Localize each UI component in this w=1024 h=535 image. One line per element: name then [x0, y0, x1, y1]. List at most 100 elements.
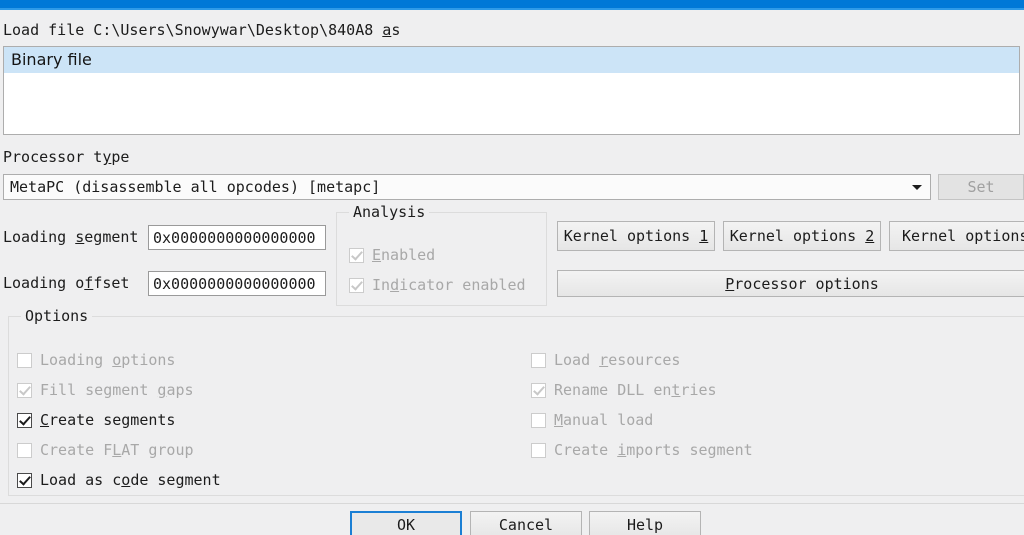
label-pre: Create [554, 441, 617, 459]
loading-offset-label-post: fset [93, 274, 129, 292]
checkbox-label: Fill segment gaps [40, 381, 194, 399]
kernel-options-2-button[interactable]: Kernel options 2 [723, 221, 881, 251]
label-pre: Create F [40, 441, 112, 459]
label-post: de segment [130, 471, 220, 489]
label-accel: C [40, 411, 49, 429]
label-accel: o [121, 471, 130, 489]
label-accel: o [112, 351, 121, 369]
checkbox-box [17, 413, 32, 428]
checkbox-box [17, 353, 32, 368]
checkbox-indicator-enabled[interactable]: Indicator enabled [349, 275, 526, 295]
processor-type-label-post: pe [111, 148, 129, 166]
checkbox-load-resources[interactable]: Load resources [531, 350, 680, 370]
kernel-options-3-label: Kernel options [902, 227, 1024, 245]
kernel-options-1-button[interactable]: Kernel options 1 [557, 221, 715, 251]
checkbox-label: Load as code segment [40, 471, 221, 489]
load-file-prompt-tail: s [391, 21, 400, 39]
label-post: nabled [381, 246, 435, 264]
footer-separator [0, 503, 1024, 504]
checkbox-box [349, 278, 364, 293]
checkbox-create-flat-group[interactable]: Create FLAT group [17, 440, 194, 460]
loading-offset-label: Loading offset [3, 274, 129, 292]
label-pre: Rename DLL en [554, 381, 671, 399]
set-processor-button[interactable]: Set [938, 174, 1024, 200]
kernel-options-1-label: Kernel options [564, 227, 699, 245]
loading-segment-label-accel: s [75, 228, 84, 246]
checkbox-box [531, 353, 546, 368]
checkbox-manual-load[interactable]: Manual load [531, 410, 653, 430]
loading-offset-label-accel: f [84, 274, 93, 292]
label-pre: Loading [40, 351, 112, 369]
ok-button[interactable]: OK [350, 511, 462, 535]
processor-type-label: Processor type [3, 148, 129, 166]
label-pre: Fill segment [40, 381, 157, 399]
load-file-dialog: Load file C:\Users\Snowywar\Desktop\840A… [0, 0, 1024, 535]
label-post: reate segments [49, 411, 175, 429]
label-accel: r [599, 351, 608, 369]
help-button[interactable]: Help [589, 511, 701, 535]
options-group-title: Options [21, 307, 92, 325]
checkbox-box [531, 383, 546, 398]
processor-type-combobox[interactable]: MetaPC (disassemble all opcodes) [metapc… [3, 174, 931, 200]
checkbox-box [17, 383, 32, 398]
label-accel: E [372, 246, 381, 264]
window-titlebar [0, 0, 1024, 8]
checkbox-loading-options[interactable]: Loading options [17, 350, 175, 370]
checkbox-analysis-enabled[interactable]: Enabled [349, 245, 435, 265]
label-post: AT group [121, 441, 193, 459]
checkbox-label: Load resources [554, 351, 680, 369]
analysis-group-title: Analysis [349, 203, 429, 221]
label-pre: Load as c [40, 471, 121, 489]
chevron-down-icon[interactable] [904, 175, 930, 199]
kernel-options-3-button[interactable]: Kernel options [889, 221, 1024, 251]
checkbox-create-segments[interactable]: Create segments [17, 410, 175, 430]
loading-segment-input[interactable]: 0x0000000000000000 [148, 225, 326, 250]
label-post: aps [166, 381, 193, 399]
checkbox-label: Enabled [372, 246, 435, 264]
checkbox-box [531, 413, 546, 428]
label-post: mports segment [626, 441, 752, 459]
checkbox-label: Rename DLL entries [554, 381, 717, 399]
list-item[interactable]: Binary file [4, 47, 1019, 73]
checkbox-fill-segment-gaps[interactable]: Fill segment gaps [17, 380, 194, 400]
label-post: esources [608, 351, 680, 369]
kernel-options-2-accel: 2 [865, 227, 874, 245]
loading-offset-input[interactable]: 0x0000000000000000 [148, 271, 326, 296]
label-accel: d [390, 276, 399, 294]
options-group: Options Loading options Fill segment gap… [8, 316, 1024, 496]
load-file-prompt: Load file C:\Users\Snowywar\Desktop\840A… [3, 21, 400, 39]
load-file-prompt-accel: a [382, 21, 391, 39]
processor-type-label-pre: Processor t [3, 148, 102, 166]
checkbox-box [349, 248, 364, 263]
checkbox-label: Indicator enabled [372, 276, 526, 294]
cancel-button[interactable]: Cancel [470, 511, 582, 535]
kernel-options-2-label: Kernel options [730, 227, 865, 245]
analysis-group: Analysis Enabled Indicator enabled [336, 212, 547, 306]
label-pre: Load [554, 351, 599, 369]
checkbox-load-as-code-segment[interactable]: Load as code segment [17, 470, 221, 490]
checkbox-label: Create FLAT group [40, 441, 194, 459]
label-post: icator enabled [399, 276, 525, 294]
label-accel: i [617, 441, 626, 459]
file-type-listbox[interactable]: Binary file [3, 46, 1020, 135]
checkbox-rename-dll-entries[interactable]: Rename DLL entries [531, 380, 717, 400]
label-pre: In [372, 276, 390, 294]
processor-type-value: MetaPC (disassemble all opcodes) [metapc… [4, 178, 904, 196]
label-post: ptions [121, 351, 175, 369]
loading-segment-label-pre: Loading [3, 228, 75, 246]
label-accel: M [554, 411, 563, 429]
processor-options-accel: P [725, 275, 734, 293]
loading-segment-label-post: egment [84, 228, 138, 246]
loading-segment-label: Loading segment [3, 228, 138, 246]
checkbox-label: Manual load [554, 411, 653, 429]
kernel-options-1-accel: 1 [699, 227, 708, 245]
label-post: anual load [563, 411, 653, 429]
checkbox-label: Loading options [40, 351, 175, 369]
checkbox-create-imports-segment[interactable]: Create imports segment [531, 440, 753, 460]
label-post: ries [680, 381, 716, 399]
processor-options-button[interactable]: Processor options [557, 270, 1024, 297]
checkbox-box [531, 443, 546, 458]
load-file-prompt-path: Load file C:\Users\Snowywar\Desktop\840A… [3, 21, 382, 39]
checkbox-label: Create segments [40, 411, 175, 429]
processor-options-label: rocessor options [734, 275, 879, 293]
